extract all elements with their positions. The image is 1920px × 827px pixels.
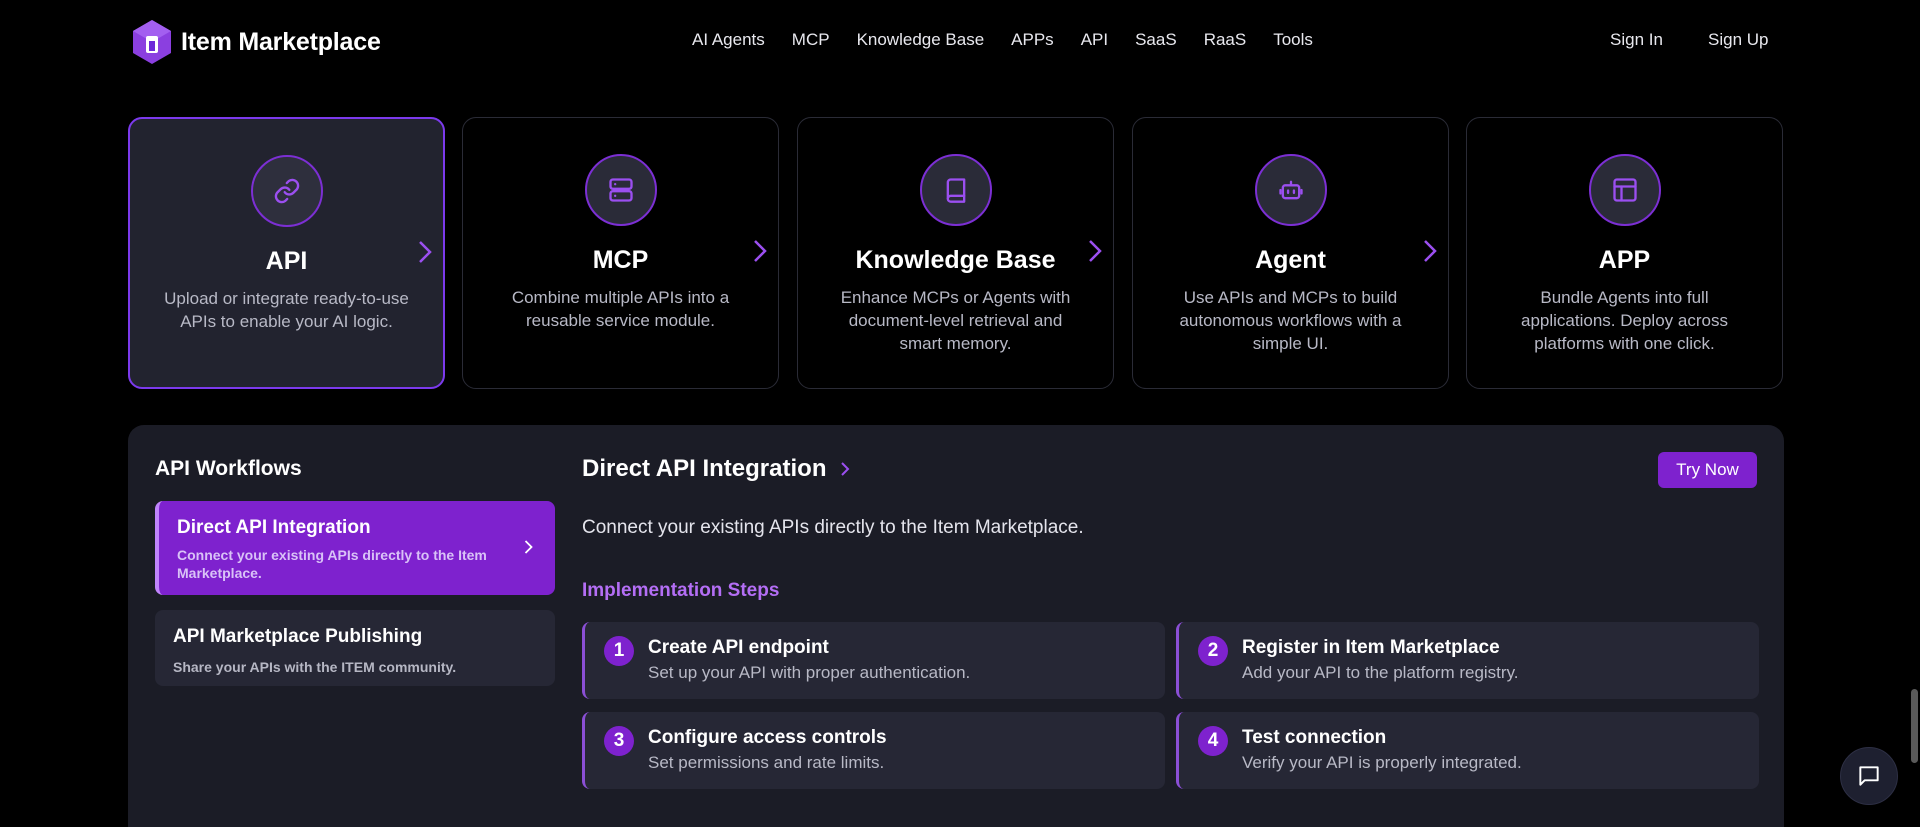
- step-number: 2: [1198, 636, 1228, 666]
- sign-in-link[interactable]: Sign In: [1610, 30, 1663, 50]
- card-description: Enhance MCPs or Agents with document-lev…: [840, 288, 1071, 353]
- chevron-right-icon: [524, 540, 533, 554]
- try-now-button[interactable]: Try Now: [1658, 452, 1757, 488]
- implementation-steps-heading: Implementation Steps: [582, 580, 780, 601]
- step-description: Set permissions and rate limits.: [648, 753, 885, 772]
- link-icon: [250, 155, 323, 227]
- card-description: Upload or integrate ready-to-use APIs to…: [164, 289, 409, 331]
- workflow-description: Share your APIs with the ITEM community.: [173, 659, 457, 675]
- card-title: Agent: [1255, 246, 1326, 274]
- page-scrollbar[interactable]: [1909, 82, 1920, 827]
- chevron-right-icon: [1089, 240, 1102, 262]
- chevron-right-icon: [754, 240, 767, 262]
- workflow-title: API Marketplace Publishing: [173, 626, 423, 647]
- nav-tools[interactable]: Tools: [1273, 30, 1313, 50]
- top-navigation-bar: Item Marketplace AI Agents MCP Knowledge…: [0, 0, 1920, 82]
- step-title: Create API endpoint: [648, 637, 829, 658]
- step-title: Configure access controls: [648, 727, 887, 748]
- step-card: 4 Test connection Verify your API is pro…: [1176, 712, 1759, 789]
- workflow-item-api-marketplace-publishing[interactable]: API Marketplace Publishing Share your AP…: [155, 610, 555, 686]
- scrollbar-thumb[interactable]: [1911, 689, 1918, 763]
- step-card: 1 Create API endpoint Set up your API wi…: [582, 622, 1165, 699]
- chevron-right-icon: [841, 462, 850, 476]
- workflow-title: Direct API Integration: [177, 517, 371, 538]
- step-number: 3: [604, 726, 634, 756]
- card-agent[interactable]: Agent Use APIs and MCPs to build autonom…: [1132, 117, 1449, 389]
- nav-ai-agents[interactable]: AI Agents: [692, 30, 765, 50]
- server-icon: [584, 154, 657, 226]
- card-description: Use APIs and MCPs to build autonomous wo…: [1179, 288, 1402, 353]
- workflow-panel: API Workflows Direct API Integration Con…: [128, 425, 1784, 827]
- main-nav: AI Agents MCP Knowledge Base APPs API Sa…: [692, 30, 1340, 50]
- sign-up-link[interactable]: Sign Up: [1708, 30, 1768, 50]
- workflow-item-direct-api-integration[interactable]: Direct API Integration Connect your exis…: [155, 501, 555, 595]
- step-title: Register in Item Marketplace: [1242, 637, 1500, 658]
- card-description: Combine multiple APIs into a reusable se…: [511, 288, 730, 330]
- step-description: Verify your API is properly integrated.: [1242, 753, 1522, 772]
- card-title: APP: [1598, 246, 1651, 274]
- card-api[interactable]: API Upload or integrate ready-to-use API…: [128, 117, 445, 389]
- card-app[interactable]: APP Bundle Agents into full applications…: [1466, 117, 1783, 389]
- nav-raas[interactable]: RaaS: [1204, 30, 1247, 50]
- card-title: Knowledge Base: [855, 246, 1056, 274]
- chevron-right-icon: [419, 241, 432, 263]
- layout-icon: [1588, 154, 1661, 226]
- step-card: 2 Register in Item Marketplace Add your …: [1176, 622, 1759, 699]
- card-title: API: [265, 247, 308, 275]
- card-title: MCP: [592, 246, 649, 274]
- step-card: 3 Configure access controls Set permissi…: [582, 712, 1165, 789]
- card-description: Bundle Agents into full applications. De…: [1521, 288, 1728, 353]
- card-knowledge-base[interactable]: Knowledge Base Enhance MCPs or Agents wi…: [797, 117, 1114, 389]
- step-description: Set up your API with proper authenticati…: [648, 663, 971, 682]
- nav-mcp[interactable]: MCP: [792, 30, 830, 50]
- workflows-heading: API Workflows: [155, 457, 302, 480]
- nav-api[interactable]: API: [1081, 30, 1108, 50]
- chat-button[interactable]: [1840, 747, 1898, 805]
- hexagon-logo-icon: [133, 20, 171, 64]
- brand-logo[interactable]: Item Marketplace: [131, 19, 381, 65]
- nav-saas[interactable]: SaaS: [1135, 30, 1177, 50]
- chevron-right-icon: [1424, 240, 1437, 262]
- detail-title-text: Direct API Integration: [582, 455, 827, 482]
- detail-description: Connect your existing APIs directly to t…: [582, 517, 1084, 538]
- brand-name: Item Marketplace: [181, 27, 381, 56]
- detail-title: Direct API Integration: [582, 455, 850, 483]
- step-number: 1: [604, 636, 634, 666]
- card-mcp[interactable]: MCP Combine multiple APIs into a reusabl…: [462, 117, 779, 389]
- book-icon: [919, 154, 992, 226]
- nav-apps[interactable]: APPs: [1011, 30, 1054, 50]
- bot-icon: [1254, 154, 1327, 226]
- nav-knowledge-base[interactable]: Knowledge Base: [857, 30, 985, 50]
- step-title: Test connection: [1242, 727, 1387, 748]
- step-description: Add your API to the platform registry.: [1242, 663, 1519, 682]
- step-number: 4: [1198, 726, 1228, 756]
- chat-bubble-icon: [1859, 766, 1879, 786]
- category-cards: API Upload or integrate ready-to-use API…: [128, 117, 1783, 389]
- workflow-description: Connect your existing APIs directly to t…: [177, 547, 487, 581]
